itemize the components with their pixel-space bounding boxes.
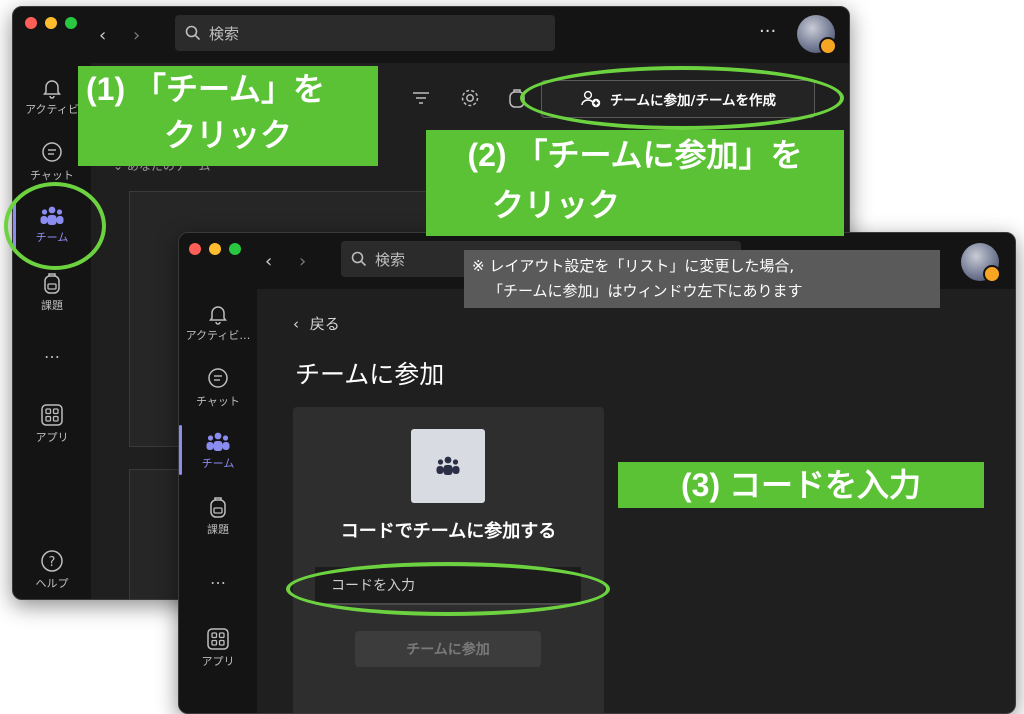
step1-callout: (1) 「チーム」を クリック — [78, 66, 378, 166]
rail-item-activity[interactable]: アクティビ… — [179, 303, 257, 343]
rail-label-help: ヘルプ — [35, 577, 69, 590]
step1-line1: (1) 「チーム」を — [86, 71, 326, 107]
back-arrow-icon[interactable]: ‹ — [99, 25, 106, 46]
status-badge — [983, 265, 1001, 283]
highlight-ring-code-input — [286, 562, 610, 616]
close-window-button[interactable] — [189, 243, 201, 255]
app-rail: アクティビ… チャット チーム 課題 … アプリ — [179, 289, 257, 713]
rail-item-help[interactable]: ? ヘルプ — [13, 549, 91, 591]
step2-line2: クリック — [492, 187, 621, 223]
more-options-icon[interactable]: ··· — [759, 21, 776, 42]
rail-label-apps: アプリ — [201, 655, 235, 668]
card-icon-tile — [411, 429, 485, 503]
avatar[interactable] — [961, 243, 1001, 283]
zoom-window-button[interactable] — [229, 243, 241, 255]
zoom-window-button[interactable] — [65, 17, 77, 29]
card-title: コードでチームに参加する — [340, 521, 557, 542]
join-team-label: チームに参加 — [406, 642, 490, 658]
step2-callout: (2) 「チームに参加」を クリック — [426, 130, 844, 236]
status-badge — [819, 37, 837, 55]
help-icon: ? — [41, 550, 63, 572]
step3-label: (3) コードを入力 — [680, 467, 921, 503]
forward-arrow-icon[interactable]: › — [299, 251, 306, 272]
rail-label-apps: アプリ — [35, 431, 69, 444]
rail-label-assignments: 課題 — [41, 299, 63, 312]
join-team-button[interactable]: チームに参加 — [355, 631, 541, 667]
layout-note: ※ レイアウト設定を「リスト」に変更した場合, 「チームに参加」はウィンドウ左下… — [464, 250, 940, 308]
join-by-code-card: コードでチームに参加する コードを入力 チームに参加 — [293, 407, 604, 713]
rail-label-chat: チャット — [30, 169, 74, 182]
rail-label-chat: チャット — [196, 395, 240, 408]
apps-icon — [41, 404, 63, 426]
step2-line1: (2) 「チームに参加」を — [467, 137, 803, 173]
note-line2: 「チームに参加」はウィンドウ左下にあります — [488, 282, 803, 300]
rail-label-teams: チーム — [201, 457, 235, 470]
avatar[interactable] — [797, 15, 837, 55]
chat-icon — [42, 142, 62, 162]
back-arrow-icon[interactable]: ‹ — [265, 251, 272, 272]
highlight-ring-join-button — [520, 66, 844, 130]
search-icon — [185, 25, 201, 41]
gear-icon[interactable] — [459, 87, 481, 109]
backpack-icon — [44, 273, 60, 294]
forward-arrow-icon[interactable]: › — [133, 25, 140, 46]
minimize-window-button[interactable] — [209, 243, 221, 255]
chat-icon — [208, 368, 228, 388]
more-icon: … — [210, 569, 226, 588]
highlight-ring-teams — [4, 182, 106, 270]
step1-line2: クリック — [163, 117, 292, 153]
search-input[interactable]: 検索 — [175, 15, 555, 51]
teams-icon — [206, 432, 230, 451]
title-bar: ‹ › 検索 ··· — [13, 7, 849, 63]
rail-item-more[interactable]: … — [13, 343, 91, 362]
step3-callout: (3) コードを入力 — [618, 462, 984, 508]
apps-icon — [207, 628, 229, 650]
more-icon: … — [44, 343, 60, 362]
rail-item-assignments[interactable]: 課題 — [179, 495, 257, 537]
rail-label-assignments: 課題 — [207, 523, 229, 536]
minimize-window-button[interactable] — [45, 17, 57, 29]
rail-item-chat[interactable]: チャット — [179, 367, 257, 409]
chevron-left-icon: ‹ — [293, 315, 304, 333]
rail-label-activity: アクティビ… — [185, 329, 251, 342]
filter-icon[interactable] — [411, 89, 431, 107]
back-link-label: 戻る — [309, 315, 340, 333]
close-window-button[interactable] — [25, 17, 37, 29]
back-link[interactable]: ‹ 戻る — [293, 313, 340, 334]
rail-item-teams[interactable]: チーム — [179, 431, 257, 471]
search-placeholder: 検索 — [375, 250, 406, 269]
bell-icon — [209, 306, 227, 325]
rail-item-apps[interactable]: アプリ — [13, 403, 91, 445]
search-placeholder: 検索 — [209, 24, 240, 43]
backpack-icon — [210, 497, 226, 518]
rail-label-activity: アクティビ — [25, 103, 79, 116]
page-title: チームに参加 — [295, 360, 445, 389]
svg-text:?: ? — [49, 555, 56, 570]
rail-item-more[interactable]: … — [179, 569, 257, 588]
teams-icon — [436, 456, 460, 475]
rail-item-apps[interactable]: アプリ — [179, 627, 257, 669]
rail-item-assignments[interactable]: 課題 — [13, 271, 91, 313]
note-line1: ※ レイアウト設定を「リスト」に変更した場合, — [472, 257, 795, 275]
bell-icon — [43, 80, 61, 99]
search-icon — [351, 251, 367, 267]
